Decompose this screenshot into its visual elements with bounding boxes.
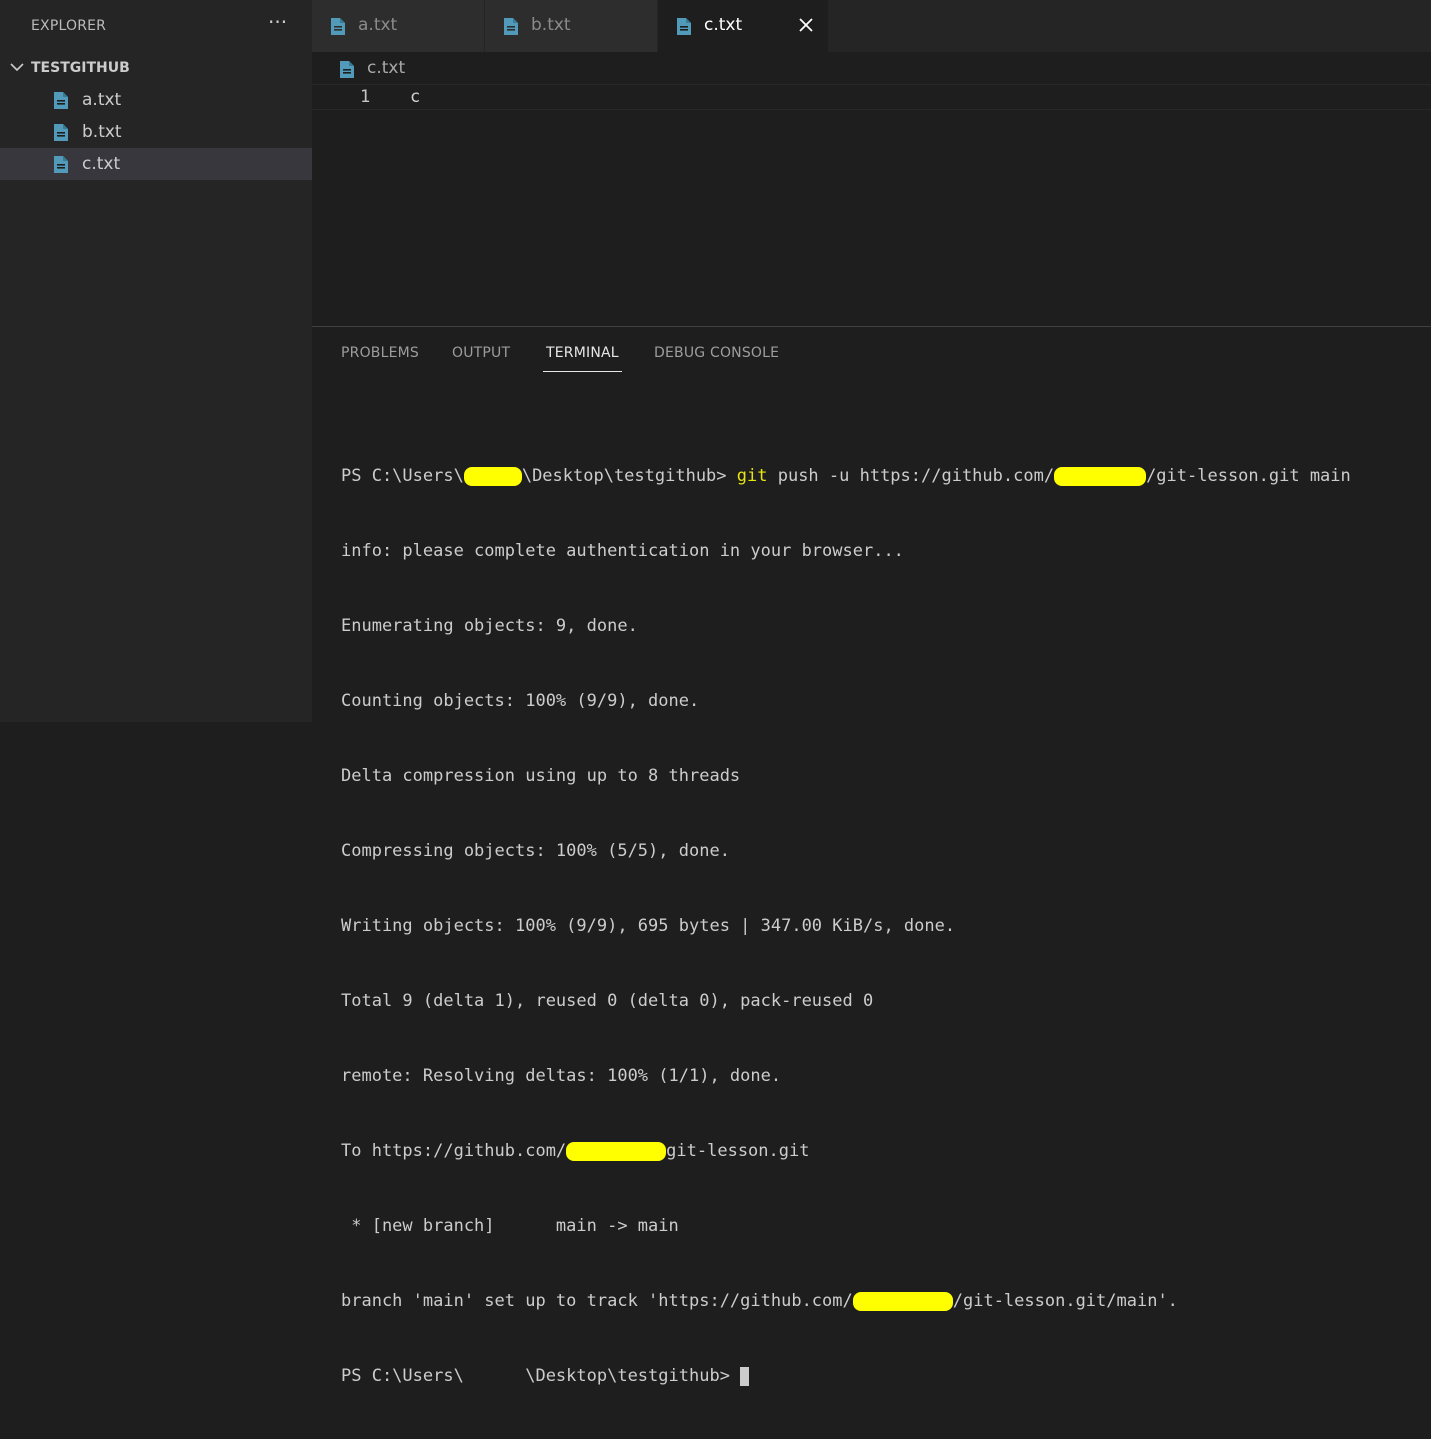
more-actions-icon[interactable]: ··· — [268, 10, 287, 34]
redaction-mark — [852, 1291, 953, 1311]
active-tab-indicator — [543, 371, 622, 372]
sidebar-item-c-txt[interactable]: c.txt — [0, 148, 312, 180]
tab-b-txt[interactable]: b.txt — [485, 0, 658, 52]
folder-label: TESTGITHUB — [31, 60, 130, 76]
prompt-path: PS C:\Users\ — [341, 466, 464, 486]
file-icon — [54, 156, 68, 173]
line-number: 1 — [360, 87, 371, 107]
explorer-title: EXPLORER — [31, 18, 107, 34]
terminal-line: info: please complete authentication in … — [341, 541, 904, 561]
tab-problems[interactable]: PROBLEMS — [341, 345, 419, 361]
explorer-sidebar: EXPLORER ··· TESTGITHUB a.txt b.txt c.tx… — [0, 0, 312, 722]
file-icon — [54, 92, 68, 109]
sidebar-item-label: c.txt — [82, 154, 121, 174]
tab-label: b.txt — [531, 15, 571, 35]
terminal-text: /git-lesson.git/main'. — [952, 1291, 1178, 1311]
terminal-cursor — [740, 1366, 750, 1386]
tab-c-txt[interactable]: c.txt — [658, 0, 829, 52]
terminal-line: PS C:\Users\ \Desktop\testgithub> git pus… — [341, 464, 1426, 489]
redaction-mark — [463, 466, 522, 486]
file-icon — [677, 18, 691, 35]
tab-terminal[interactable]: TERMINAL — [546, 345, 619, 361]
prompt-path: \Desktop\testgithub> — [521, 466, 737, 486]
terminal-line: Compressing objects: 100% (5/5), done. — [341, 841, 730, 861]
terminal-text: git-lesson.git — [666, 1141, 810, 1161]
command-args: push -u https://github.com/ — [767, 466, 1055, 486]
redaction-mark — [1054, 466, 1147, 486]
terminal-line: branch 'main' set up to track 'https://g… — [341, 1289, 1426, 1314]
line-content[interactable]: c — [410, 87, 420, 107]
terminal-line: Total 9 (delta 1), reused 0 (delta 0), p… — [341, 991, 874, 1011]
tab-output[interactable]: OUTPUT — [452, 345, 510, 361]
terminal-line: Delta compression using up to 8 threads — [341, 766, 741, 786]
sidebar-item-label: b.txt — [82, 122, 122, 142]
command-name: git — [736, 466, 768, 486]
editor-tab-bar: a.txt b.txt c.txt — [312, 0, 1431, 52]
editor-current-line[interactable]: 1 c — [312, 84, 1431, 110]
file-icon — [340, 61, 354, 78]
prompt-path: PS C:\Users\ \Desktop\testgithub> — [341, 1366, 741, 1386]
terminal-line: To https://github.com/git-lesson.git — [341, 1139, 1426, 1164]
terminal-text: branch 'main' set up to track 'https://g… — [341, 1291, 853, 1311]
sidebar-item-b-txt[interactable]: b.txt — [0, 116, 312, 148]
sidebar-item-a-txt[interactable]: a.txt — [0, 84, 312, 116]
file-icon — [331, 18, 345, 35]
terminal-output[interactable]: PS C:\Users\ \Desktop\testgithub> git pus… — [341, 414, 1426, 1439]
sidebar-item-label: a.txt — [82, 90, 122, 110]
terminal-line: Writing objects: 100% (9/9), 695 bytes |… — [341, 916, 956, 936]
terminal-text: To https://github.com/ — [341, 1141, 567, 1161]
tab-label: c.txt — [704, 15, 743, 35]
breadcrumb[interactable]: c.txt — [312, 56, 812, 80]
tab-debug-console[interactable]: DEBUG CONSOLE — [654, 345, 779, 361]
terminal-line: Counting objects: 100% (9/9), done. — [341, 691, 700, 711]
terminal-line: remote: Resolving deltas: 100% (1/1), do… — [341, 1066, 782, 1086]
file-icon — [504, 18, 518, 35]
tab-label: a.txt — [358, 15, 398, 35]
folder-testgithub[interactable]: TESTGITHUB — [0, 52, 312, 84]
bottom-panel: PROBLEMS OUTPUT TERMINAL DEBUG CONSOLE P… — [312, 326, 1431, 1386]
chevron-down-icon — [10, 63, 24, 72]
explorer-header: EXPLORER ··· — [0, 0, 312, 52]
redaction-mark — [566, 1141, 667, 1161]
breadcrumb-file: c.txt — [367, 58, 406, 78]
terminal-line: PS C:\Users\ \Desktop\testgithub> — [341, 1364, 1426, 1389]
command-args: /git-lesson.git main — [1146, 466, 1351, 486]
close-icon[interactable] — [796, 15, 816, 35]
tab-a-txt[interactable]: a.txt — [312, 0, 485, 52]
terminal-line: * [new branch] main -> main — [341, 1216, 679, 1236]
terminal-line: Enumerating objects: 9, done. — [341, 616, 638, 636]
file-icon — [54, 124, 68, 141]
